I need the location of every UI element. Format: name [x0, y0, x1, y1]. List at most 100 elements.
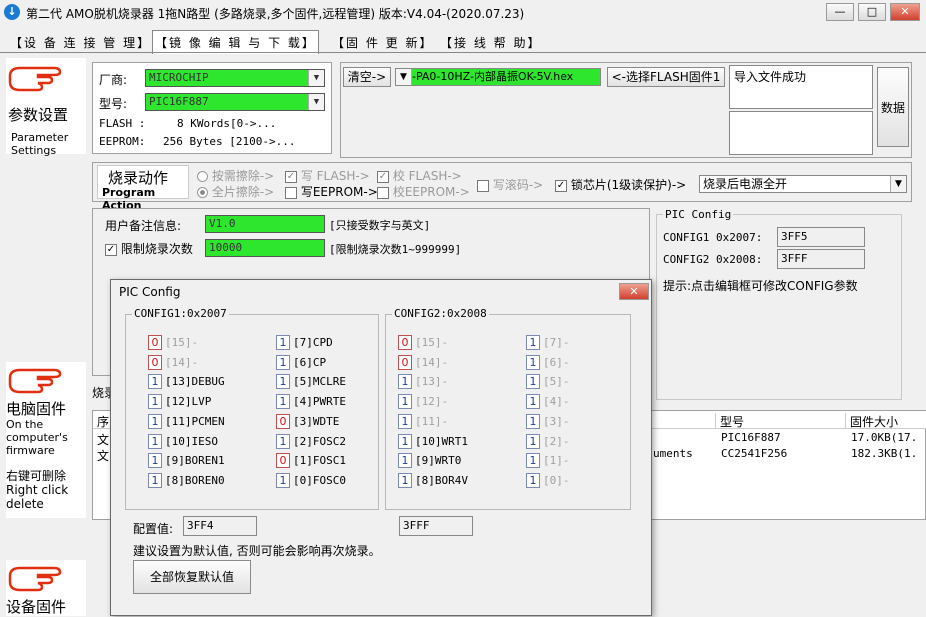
config-bit-0[interactable]: 1 [0]-	[526, 472, 570, 489]
config-bit-13debug[interactable]: 1 [13]DEBUG	[148, 374, 225, 390]
chevron-down-icon[interactable]: ▼	[308, 70, 324, 86]
config-bit-8bor4v[interactable]: 1 [8]BOR4V	[398, 472, 468, 489]
config-bit-1fosc1[interactable]: 0 [1]FOSC1	[276, 453, 346, 469]
config-bit-8boren0[interactable]: 1 [8]BOREN0	[148, 472, 225, 489]
config-bit-3wdte[interactable]: 0 [3]WDTE	[276, 413, 339, 430]
limit-input[interactable]: 10000	[205, 239, 325, 257]
bit-value-box[interactable]: 1	[526, 354, 540, 370]
erase-on-demand-radio[interactable]: 按需擦除->	[197, 167, 274, 184]
remark-input[interactable]: V1.0	[205, 215, 325, 233]
config-bit-7cpd[interactable]: 1 [7]CPD	[276, 335, 333, 351]
bit-value-box[interactable]: 1	[276, 374, 290, 390]
write-eeprom-checkbox[interactable]: 写EEPROM->	[285, 183, 378, 200]
config-bit-3[interactable]: 1 [3]-	[526, 413, 570, 430]
bit-value-box[interactable]: 0	[148, 354, 162, 370]
tab-firmware-update[interactable]: 【固 件 更 新】	[332, 34, 433, 51]
bit-value-box[interactable]: 1	[526, 433, 540, 449]
config1-field[interactable]: 3FF5	[777, 227, 865, 247]
select-firmware-button[interactable]: <-选择FLASH固件1	[607, 67, 725, 87]
close-button[interactable]: ✕	[890, 3, 920, 21]
nav-pc-firmware[interactable]: 电脑固件 On the computer's firmware 右键可删除 Ri…	[6, 362, 86, 518]
config-bit-1[interactable]: 1 [1]-	[526, 453, 570, 469]
bit-value-box[interactable]: 1	[148, 394, 162, 410]
config-bit-10wrt1[interactable]: 1 [10]WRT1	[398, 433, 468, 450]
config-bit-2[interactable]: 1 [2]-	[526, 433, 570, 450]
bit-value-box[interactable]: 1	[148, 433, 162, 449]
bit-value-box[interactable]: 0	[398, 354, 412, 370]
maximize-button[interactable]: □	[858, 3, 886, 21]
bit-value-box[interactable]: 1	[526, 453, 540, 469]
config-bit-6[interactable]: 1 [6]-	[526, 354, 570, 371]
write-serial-checkbox[interactable]: 写滚码->	[477, 176, 543, 193]
col-size[interactable]: 固件大小	[845, 413, 898, 429]
config-bit-5[interactable]: 1 [5]-	[526, 374, 570, 390]
chevron-down-icon[interactable]: ▼	[396, 69, 412, 85]
config-bit-6cp[interactable]: 1 [6]CP	[276, 354, 326, 371]
verify-flash-checkbox[interactable]: ✓ 校 FLASH->	[377, 167, 462, 184]
config-bit-7[interactable]: 1 [7]-	[526, 335, 570, 351]
config-bit-0fosc0[interactable]: 1 [0]FOSC0	[276, 472, 346, 489]
bit-value-box[interactable]: 1	[276, 394, 290, 410]
bit-value-box[interactable]: 0	[148, 335, 162, 350]
config2-value-field[interactable]: 3FFF	[399, 516, 473, 536]
bit-value-box[interactable]: 0	[276, 413, 290, 429]
config-bit-9wrt0[interactable]: 1 [9]WRT0	[398, 453, 461, 469]
bit-value-box[interactable]: 1	[398, 413, 412, 429]
reset-defaults-button[interactable]: 全部恢复默认值	[133, 560, 251, 594]
config-bit-11[interactable]: 1 [11]-	[398, 413, 448, 430]
bit-value-box[interactable]: 1	[276, 335, 290, 350]
minimize-button[interactable]: —	[826, 3, 854, 21]
config-bit-12lvp[interactable]: 1 [12]LVP	[148, 394, 211, 410]
config-bit-15[interactable]: 0 [15]-	[148, 335, 198, 351]
tab-wiring-help[interactable]: 【接 线 帮 助】	[440, 34, 541, 51]
config2-field[interactable]: 3FFF	[777, 249, 865, 269]
bit-value-box[interactable]: 1	[526, 472, 540, 488]
bit-value-box[interactable]: 1	[526, 335, 540, 350]
bit-value-box[interactable]: 1	[148, 374, 162, 390]
bit-value-box[interactable]: 1	[276, 433, 290, 449]
data-button[interactable]: 数据	[877, 67, 909, 147]
config-bit-2fosc2[interactable]: 1 [2]FOSC2	[276, 433, 346, 450]
bit-value-box[interactable]: 1	[276, 472, 290, 488]
chevron-down-icon[interactable]: ▼	[890, 176, 906, 192]
config-bit-15[interactable]: 0 [15]-	[398, 335, 448, 351]
after-program-select[interactable]: 烧录后电源全开 ▼	[699, 175, 907, 193]
dialog-close-button[interactable]: ✕	[619, 283, 649, 300]
bit-value-box[interactable]: 1	[148, 453, 162, 469]
write-flash-checkbox[interactable]: ✓ 写 FLASH->	[285, 167, 370, 184]
bit-value-box[interactable]: 1	[276, 354, 290, 370]
bit-value-box[interactable]: 0	[276, 453, 290, 469]
lock-chip-checkbox[interactable]: ✓ 锁芯片(1级读保护)->	[555, 176, 686, 193]
bit-value-box[interactable]: 1	[398, 374, 412, 390]
bit-value-box[interactable]: 1	[398, 433, 412, 449]
firmware-file-select[interactable]: ▼ -PA0-10HZ-内部晶振OK-5V.hex	[395, 68, 601, 86]
col-seq[interactable]: 序	[97, 413, 109, 430]
bit-value-box[interactable]: 1	[398, 453, 412, 469]
config-bit-14[interactable]: 0 [14]-	[398, 354, 448, 371]
config1-value-field[interactable]: 3FF4	[183, 516, 257, 536]
config-bit-4[interactable]: 1 [4]-	[526, 394, 570, 410]
nav-device-firmware[interactable]: 设备固件	[6, 560, 86, 616]
bit-value-box[interactable]: 1	[526, 374, 540, 390]
bit-value-box[interactable]: 1	[148, 413, 162, 429]
bit-value-box[interactable]: 1	[148, 472, 162, 488]
chevron-down-icon[interactable]: ▼	[308, 94, 324, 110]
model-select[interactable]: PIC16F887 ▼	[145, 93, 325, 111]
col-model[interactable]: 型号	[715, 413, 744, 429]
bit-value-box[interactable]: 1	[526, 394, 540, 410]
config-bit-4pwrte[interactable]: 1 [4]PWRTE	[276, 394, 346, 410]
bit-value-box[interactable]: 1	[398, 394, 412, 410]
config-bit-11pcmen[interactable]: 1 [11]PCMEN	[148, 413, 225, 430]
bit-value-box[interactable]: 0	[398, 335, 412, 350]
tab-device-connection[interactable]: 【设 备 连 接 管 理】	[10, 34, 151, 51]
config-bit-14[interactable]: 0 [14]-	[148, 354, 198, 371]
limit-checkbox[interactable]: ✓ 限制烧录次数	[105, 240, 193, 257]
erase-all-radio[interactable]: 全片擦除->	[197, 183, 274, 200]
config-bit-13[interactable]: 1 [13]-	[398, 374, 448, 390]
config-bit-10ieso[interactable]: 1 [10]IESO	[148, 433, 218, 450]
config-bit-5mclre[interactable]: 1 [5]MCLRE	[276, 374, 346, 390]
vendor-select[interactable]: MICROCHIP ▼	[145, 69, 325, 87]
nav-parameter-settings[interactable]: 参数设置 Parameter Settings	[6, 58, 86, 157]
tab-image-edit-download[interactable]: 【镜 像 编 辑 与 下 载】	[152, 30, 319, 54]
config-bit-9boren1[interactable]: 1 [9]BOREN1	[148, 453, 225, 469]
